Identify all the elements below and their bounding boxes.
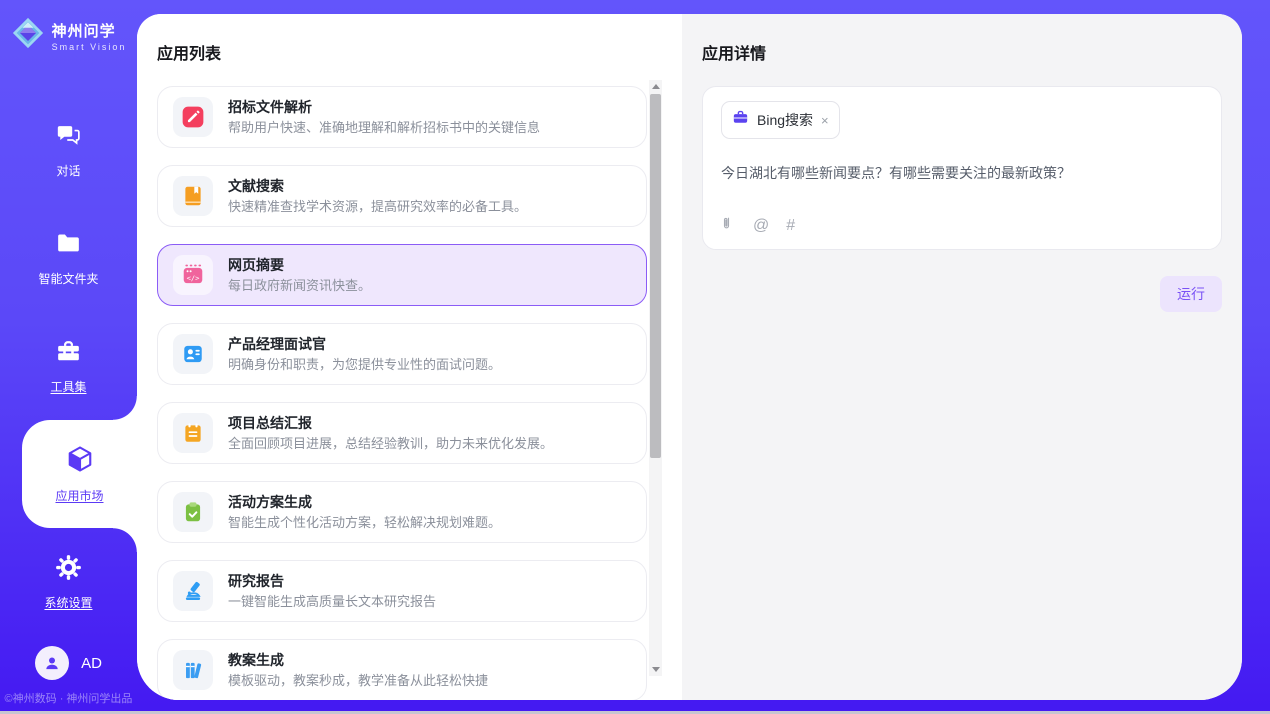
- app-card-bid-document-parsing[interactable]: 招标文件解析 帮助用户快速、准确地理解和解析招标书中的关键信息: [157, 86, 647, 148]
- app-list-pane: 应用列表 招标文件解析 帮助用户快速、准确地理解和解析招标书中的关键信息: [137, 14, 682, 700]
- briefcase-icon: [732, 109, 749, 131]
- at-icon[interactable]: @: [753, 218, 769, 234]
- interviewer-icon: [173, 334, 213, 374]
- tool-chip-label: Bing搜索: [757, 110, 813, 130]
- sidebar-item-label: 对话: [56, 162, 80, 179]
- app-description: 明确身份和职责，为您提供专业性的面试问题。: [228, 356, 501, 373]
- cube-icon: [65, 444, 95, 479]
- browser-code-icon: </>: [173, 255, 213, 295]
- app-card-literature-search[interactable]: 文献搜索 快速精准查找学术资源，提高研究效率的必备工具。: [157, 165, 647, 227]
- gear-icon: [55, 554, 82, 586]
- book-icon: [173, 176, 213, 216]
- query-text[interactable]: 今日湖北有哪些新闻要点？有哪些需要关注的最新政策？: [721, 163, 1203, 183]
- app-list-title: 应用列表: [157, 40, 682, 64]
- app-description: 帮助用户快速、准确地理解和解析招标书中的关键信息: [228, 119, 540, 136]
- app-name: 活动方案生成: [228, 493, 501, 511]
- sidebar-item-label: 工具集: [50, 378, 86, 395]
- app-card-web-summary[interactable]: </> 网页摘要 每日政府新闻资讯快查。: [157, 244, 647, 306]
- brand-subtitle: Smart Vision: [52, 42, 127, 52]
- run-button[interactable]: 运行: [1160, 276, 1222, 312]
- app-card-pm-interviewer[interactable]: 产品经理面试官 明确身份和职责，为您提供专业性的面试问题。: [157, 323, 647, 385]
- tool-chip-bing-search[interactable]: Bing搜索 ×: [721, 101, 840, 139]
- app-description: 智能生成个性化活动方案，轻松解决规划难题。: [228, 514, 501, 531]
- app-input-card[interactable]: Bing搜索 × 今日湖北有哪些新闻要点？有哪些需要关注的最新政策？ @ #: [702, 86, 1222, 250]
- sidebar-item-settings[interactable]: 系统设置: [0, 528, 137, 636]
- paperclip-icon[interactable]: [721, 215, 736, 236]
- avatar[interactable]: [35, 646, 69, 680]
- brand-name: 神州问学: [52, 20, 127, 41]
- pen-square-icon: [173, 97, 213, 137]
- main-panel: 应用列表 招标文件解析 帮助用户快速、准确地理解和解析招标书中的关键信息: [137, 14, 1242, 700]
- run-row: 运行: [702, 276, 1222, 312]
- sidebar-item-label: 智能文件夹: [38, 270, 98, 287]
- app-detail-title: 应用详情: [702, 40, 1222, 64]
- app-card-research-report[interactable]: 研究报告 一键智能生成高质量长文本研究报告: [157, 560, 647, 622]
- app-description: 每日政府新闻资讯快查。: [228, 277, 371, 294]
- hash-icon[interactable]: #: [786, 218, 795, 234]
- app-name: 项目总结汇报: [228, 414, 553, 432]
- sidebar-item-chat[interactable]: 对话: [0, 96, 137, 204]
- app-card-project-summary[interactable]: 项目总结汇报 全面回顾项目进展，总结经验教训，助力未来优化发展。: [157, 402, 647, 464]
- notepad-icon: [173, 413, 213, 453]
- sidebar-item-label: 应用市场: [55, 487, 103, 504]
- app-name: 产品经理面试官: [228, 335, 501, 353]
- scroll-up-icon[interactable]: [649, 80, 662, 93]
- sidebar-nav: 对话 智能文件夹 工具集: [0, 96, 137, 636]
- app-detail-pane: 应用详情 Bing搜索 × 今日湖北有哪些新闻要点？有哪些需要关注的最新政策？: [682, 14, 1242, 700]
- books-icon: [173, 650, 213, 690]
- microscope-icon: [173, 571, 213, 611]
- clipboard-check-icon: [173, 492, 213, 532]
- app-name: 文献搜索: [228, 177, 527, 195]
- scrollbar-thumb[interactable]: [650, 94, 661, 458]
- sidebar-item-label: 系统设置: [44, 594, 92, 611]
- app-card-list: 招标文件解析 帮助用户快速、准确地理解和解析招标书中的关键信息 文献搜索 快速精…: [157, 86, 647, 700]
- app-card-lesson-plan[interactable]: 教案生成 模板驱动，教案秒成，教学准备从此轻松快捷: [157, 639, 647, 700]
- app-description: 快速精准查找学术资源，提高研究效率的必备工具。: [228, 198, 527, 215]
- close-icon[interactable]: ×: [821, 114, 829, 127]
- user-name: AD: [81, 655, 102, 672]
- app-name: 研究报告: [228, 572, 436, 590]
- folder-icon: [55, 230, 82, 262]
- chat-icon: [55, 122, 82, 154]
- svg-text:</>: </>: [187, 273, 200, 282]
- sidebar-item-smart-folder[interactable]: 智能文件夹: [0, 204, 137, 312]
- app-description: 模板驱动，教案秒成，教学准备从此轻松快捷: [228, 672, 488, 689]
- app-card-event-plan[interactable]: 活动方案生成 智能生成个性化活动方案，轻松解决规划难题。: [157, 481, 647, 543]
- person-icon: [42, 653, 62, 673]
- scroll-down-icon[interactable]: [649, 663, 662, 676]
- sidebar: 神州问学 Smart Vision 对话 智能文件夹: [0, 0, 137, 714]
- app-description: 一键智能生成高质量长文本研究报告: [228, 593, 436, 610]
- input-toolbar: @ #: [721, 215, 795, 236]
- list-scrollbar[interactable]: [649, 80, 662, 676]
- brand-text: 神州问学 Smart Vision: [52, 20, 127, 52]
- copyright-text: ©神州数码 · 神州问学出品: [0, 690, 137, 706]
- user-account[interactable]: AD: [0, 646, 137, 680]
- sidebar-item-app-market[interactable]: 应用市场: [22, 420, 137, 528]
- app-name: 招标文件解析: [228, 98, 540, 116]
- app-name: 教案生成: [228, 651, 488, 669]
- app-logo: 神州问学 Smart Vision: [0, 16, 137, 55]
- app-name: 网页摘要: [228, 256, 371, 274]
- diamond-logo-icon: [11, 16, 45, 55]
- toolbox-icon: [55, 338, 82, 370]
- app-description: 全面回顾项目进展，总结经验教训，助力未来优化发展。: [228, 435, 553, 452]
